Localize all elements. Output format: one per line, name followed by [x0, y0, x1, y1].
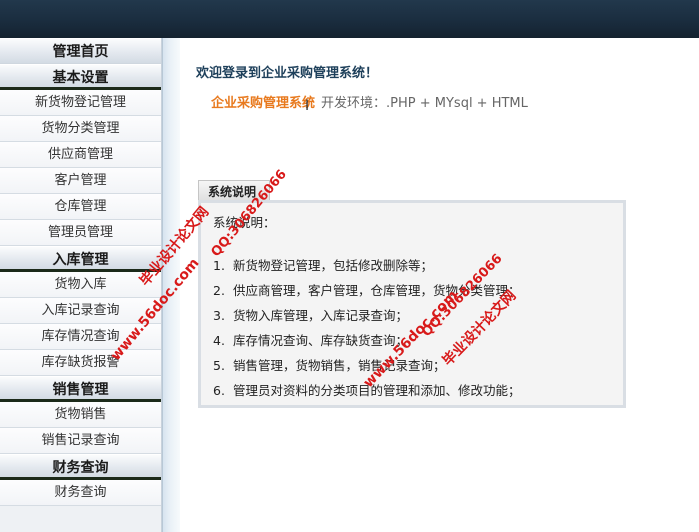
list-item: 2. 供应商管理，客户管理，仓库管理，货物分类管理；: [213, 283, 521, 298]
sidebar-item-warehouse[interactable]: 仓库管理: [0, 194, 161, 220]
sidebar-header-stock-in[interactable]: 入库管理: [0, 246, 161, 272]
info-title: 系统说明：: [213, 215, 276, 230]
sidebar-item-sale-records[interactable]: 销售记录查询: [0, 428, 161, 454]
sidebar-nav: 管理首页 基本设置 新货物登记管理 货物分类管理 供应商管理 客户管理 仓库管理…: [0, 38, 162, 532]
sidebar-header-home[interactable]: 管理首页: [0, 38, 161, 64]
sidebar-item-new-goods[interactable]: 新货物登记管理: [0, 90, 161, 116]
text-cursor-icon: I: [305, 98, 310, 114]
sidebar-item-stock-alert[interactable]: 库存缺货报警: [0, 350, 161, 376]
sidebar-item-in-records[interactable]: 入库记录查询: [0, 298, 161, 324]
sidebar-item-finance-query[interactable]: 财务查询: [0, 480, 161, 506]
list-item: 6. 管理员对资料的分类项目的管理和添加、修改功能；: [213, 383, 521, 398]
system-description-box: 系统说明： 1. 新货物登记管理，包括修改删除等； 2. 供应商管理，客户管理，仓库…: [198, 200, 626, 408]
feature-list: 1. 新货物登记管理，包括修改删除等； 2. 供应商管理，客户管理，仓库管理，货物分…: [213, 253, 613, 403]
main-content: 欢迎登录到企业采购管理系统！ 企业采购管理系统 开发环境：.PHP + MYsql…: [181, 38, 699, 532]
list-item: 3. 货物入库管理，入库记录查询；: [213, 308, 409, 323]
system-name: 企业采购管理系统: [211, 96, 316, 111]
list-item: 4. 库存情况查询、库存缺货查询；: [213, 333, 409, 348]
list-item: 5. 销售管理，货物销售，销售记录查询；: [213, 358, 446, 373]
sidebar-item-goods-in[interactable]: 货物入库: [0, 272, 161, 298]
top-banner: [0, 0, 699, 38]
sidebar-item-stock-status[interactable]: 库存情况查询: [0, 324, 161, 350]
frame-divider[interactable]: [162, 38, 180, 532]
sidebar-header-finance[interactable]: 财务查询: [0, 454, 161, 480]
sidebar-item-supplier[interactable]: 供应商管理: [0, 142, 161, 168]
sidebar-item-goods-category[interactable]: 货物分类管理: [0, 116, 161, 142]
dev-environment: 开发环境：.PHP + MYsql + HTML: [321, 96, 528, 111]
sidebar-header-sales[interactable]: 销售管理: [0, 376, 161, 402]
welcome-heading: 欢迎登录到企业采购管理系统！: [196, 66, 379, 81]
system-info-line: 企业采购管理系统 开发环境：.PHP + MYsql + HTML: [211, 92, 528, 111]
sidebar-header-basic-settings[interactable]: 基本设置: [0, 64, 161, 90]
sidebar-item-goods-sale[interactable]: 货物销售: [0, 402, 161, 428]
sidebar-item-admin[interactable]: 管理员管理: [0, 220, 161, 246]
sidebar-item-customer[interactable]: 客户管理: [0, 168, 161, 194]
list-item: 1. 新货物登记管理，包括修改删除等；: [213, 258, 434, 273]
info-tab[interactable]: 系统说明: [198, 180, 270, 202]
